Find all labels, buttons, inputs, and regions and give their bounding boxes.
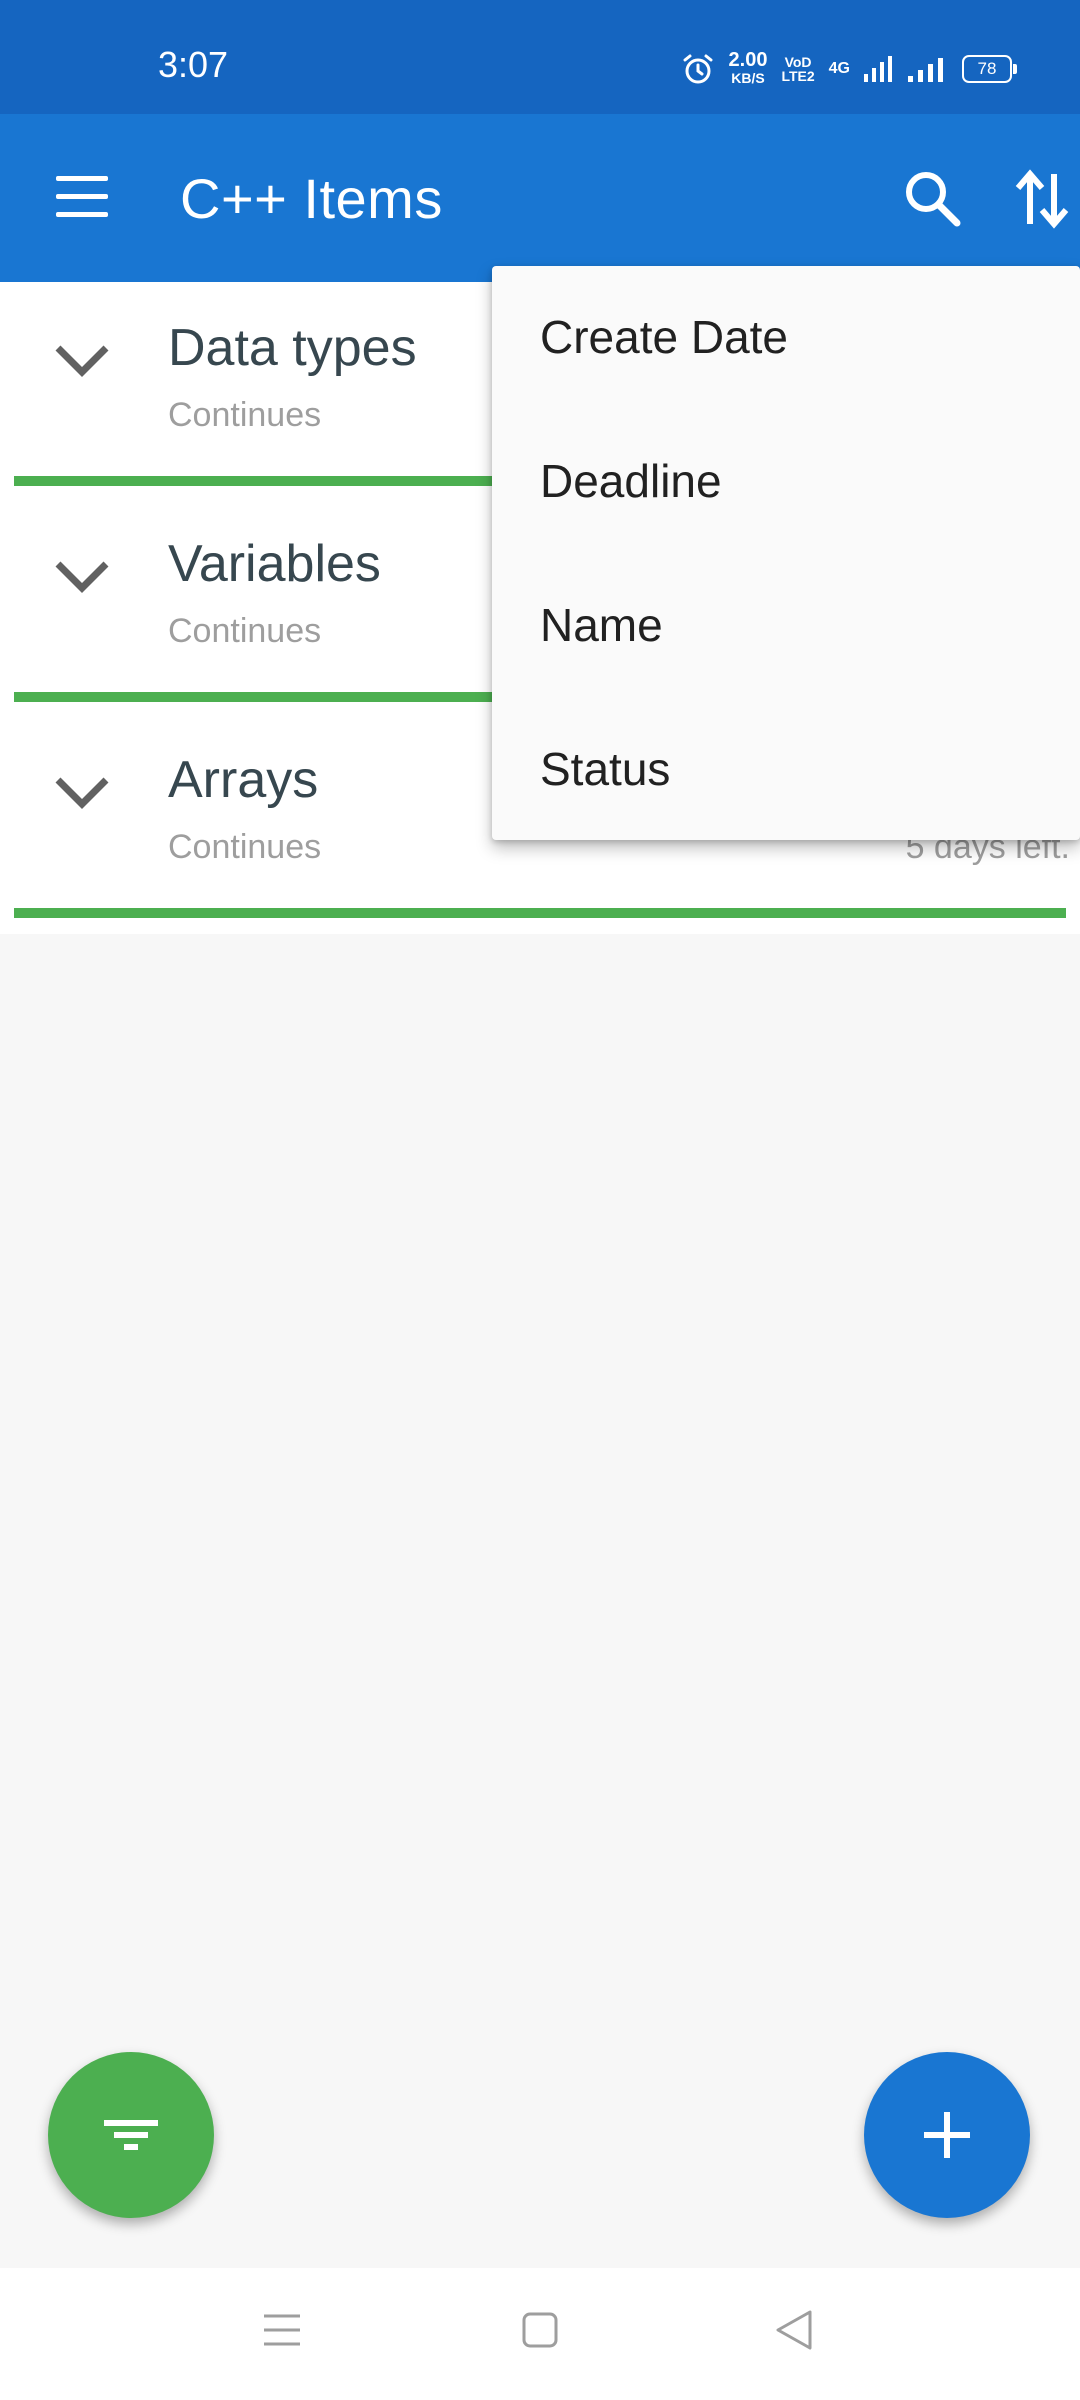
item-status: Continues [168,396,322,434]
menu-item-name[interactable]: Name [540,598,663,652]
status-bar: 3:07 2.00 KB/S VoD LTE2 4G 78 [0,0,1080,114]
network-type: 4G [828,60,850,77]
menu-item-create-date[interactable]: Create Date [540,310,788,364]
chevron-down-icon[interactable] [52,772,112,816]
network-speed-value: 2.00 [728,49,768,71]
plus-icon [924,2112,970,2158]
signal-strength-icon [864,56,892,82]
progress-bar [14,908,1066,918]
item-title: Data types [168,319,417,377]
network-speed-unit: KB/S [731,70,765,86]
item-title: Arrays [168,751,319,809]
network-speed: 2.00 KB/S [728,49,768,87]
filter-icon [104,2120,158,2150]
page-title: C++ Items [180,167,443,230]
volte-top: VoD [784,54,812,70]
chevron-down-icon[interactable] [52,340,112,384]
volte-indicator: VoD LTE2 [781,55,814,83]
menu-item-status[interactable]: Status [540,742,670,796]
menu-item-deadline[interactable]: Deadline [540,454,722,508]
signal-strength-icon-2 [908,58,943,82]
home-icon[interactable] [520,2310,560,2350]
volte-bottom: LTE2 [781,68,815,84]
search-icon[interactable] [900,166,964,230]
recent-apps-icon[interactable] [262,2312,302,2348]
battery-level: 78 [977,59,997,78]
alarm-icon [683,54,713,84]
status-time: 3:07 [158,44,229,85]
sort-menu: Create Date Deadline Name Status [492,266,1080,840]
back-icon[interactable] [774,2308,814,2352]
chevron-down-icon[interactable] [52,556,112,600]
app-bar: C++ Items [0,114,1080,282]
battery-icon: 78 [962,55,1017,83]
sort-icon[interactable] [1012,164,1072,234]
add-item-button[interactable] [864,2052,1030,2218]
filter-button[interactable] [48,2052,214,2218]
item-status: Continues [168,828,322,866]
system-nav-bar [0,2268,1080,2400]
menu-button[interactable] [52,172,112,222]
item-title: Variables [168,535,381,593]
status-icons: 2.00 KB/S VoD LTE2 4G 78 [681,44,1017,94]
item-status: Continues [168,612,322,650]
